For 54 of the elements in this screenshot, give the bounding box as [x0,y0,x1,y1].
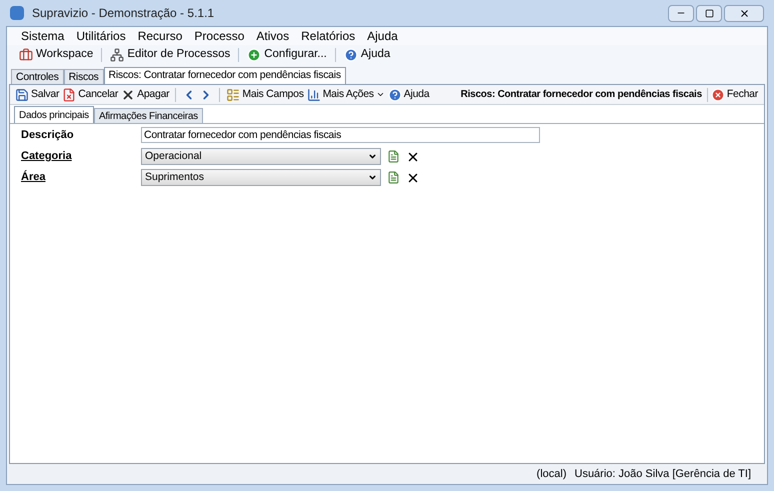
help-icon [344,48,358,62]
app-logo-icon [10,6,24,20]
field-label: Descrição [21,128,75,143]
caret-icon [368,152,377,161]
document-tab[interactable]: Controles [11,69,64,84]
close-icon [738,8,750,18]
toolbar-button[interactable]: Ajuda [340,46,394,64]
toolbar-button[interactable]: Editor de Processos [106,46,234,64]
field-label: Categoria [21,149,73,164]
help-icon [388,88,402,102]
edit-icon[interactable] [387,150,400,163]
caret-icon [376,90,385,99]
action-button[interactable]: Apagar [120,86,170,102]
chart-icon [306,88,321,102]
dropdown[interactable]: Operacional [141,148,381,165]
briefcase-icon [19,48,33,62]
action-button[interactable]: Salvar [14,86,60,102]
toolbar-button[interactable]: Configurar... [243,46,331,64]
maximize-icon [704,8,714,18]
action-button[interactable]: Cancelar [61,86,120,102]
description-field[interactable]: Contratar fornecedor com pendências fiscais [141,127,540,143]
menu-item[interactable]: Ativos [250,27,296,45]
hierarchy-icon [110,48,124,62]
close-icon [710,88,725,102]
save-icon [15,88,29,102]
user-status: Usuário: João Silva [Gerência de TI] [574,466,751,482]
plus-icon [247,48,262,62]
toolbar-button[interactable]: Workspace [15,46,98,64]
form-tab[interactable]: Dados principais [14,106,94,123]
menu-item[interactable]: Utilitários [70,27,132,45]
delete-icon [121,88,136,102]
dropdown[interactable]: Suprimentos [141,169,381,186]
action-button[interactable]: Ajuda [386,86,430,102]
menu-item[interactable]: Relatórios [295,27,362,45]
record-title: Riscos: Contratar fornecedor com pendências fiscais [460,88,703,102]
menu-item[interactable]: Ajuda [361,27,404,45]
form-tab[interactable]: Afirmações Financeiras [94,108,203,123]
window-title: Supravizio - Demonstração - 5.1.1 [32,5,214,22]
close-button[interactable] [724,4,764,22]
action-button[interactable]: Mais Ações [306,86,386,102]
menu-item[interactable]: Recurso [132,27,188,45]
cancel-icon [62,88,76,102]
fields-icon [226,88,240,102]
maximize-button[interactable] [696,4,722,22]
menu-item[interactable]: Processo [188,27,250,45]
caret-icon [368,173,377,182]
close-record-button[interactable]: Fechar [708,86,760,102]
menu-item[interactable]: Sistema [15,27,70,45]
action-button[interactable]: Mais Campos [225,86,305,102]
server-status: (local) [536,466,566,482]
document-tab[interactable]: Riscos: Contratar fornecedor com pendências fiscais [104,67,346,84]
document-tab[interactable]: Riscos [64,69,104,84]
field-label: Área [21,169,46,185]
edit-icon[interactable] [387,171,400,184]
